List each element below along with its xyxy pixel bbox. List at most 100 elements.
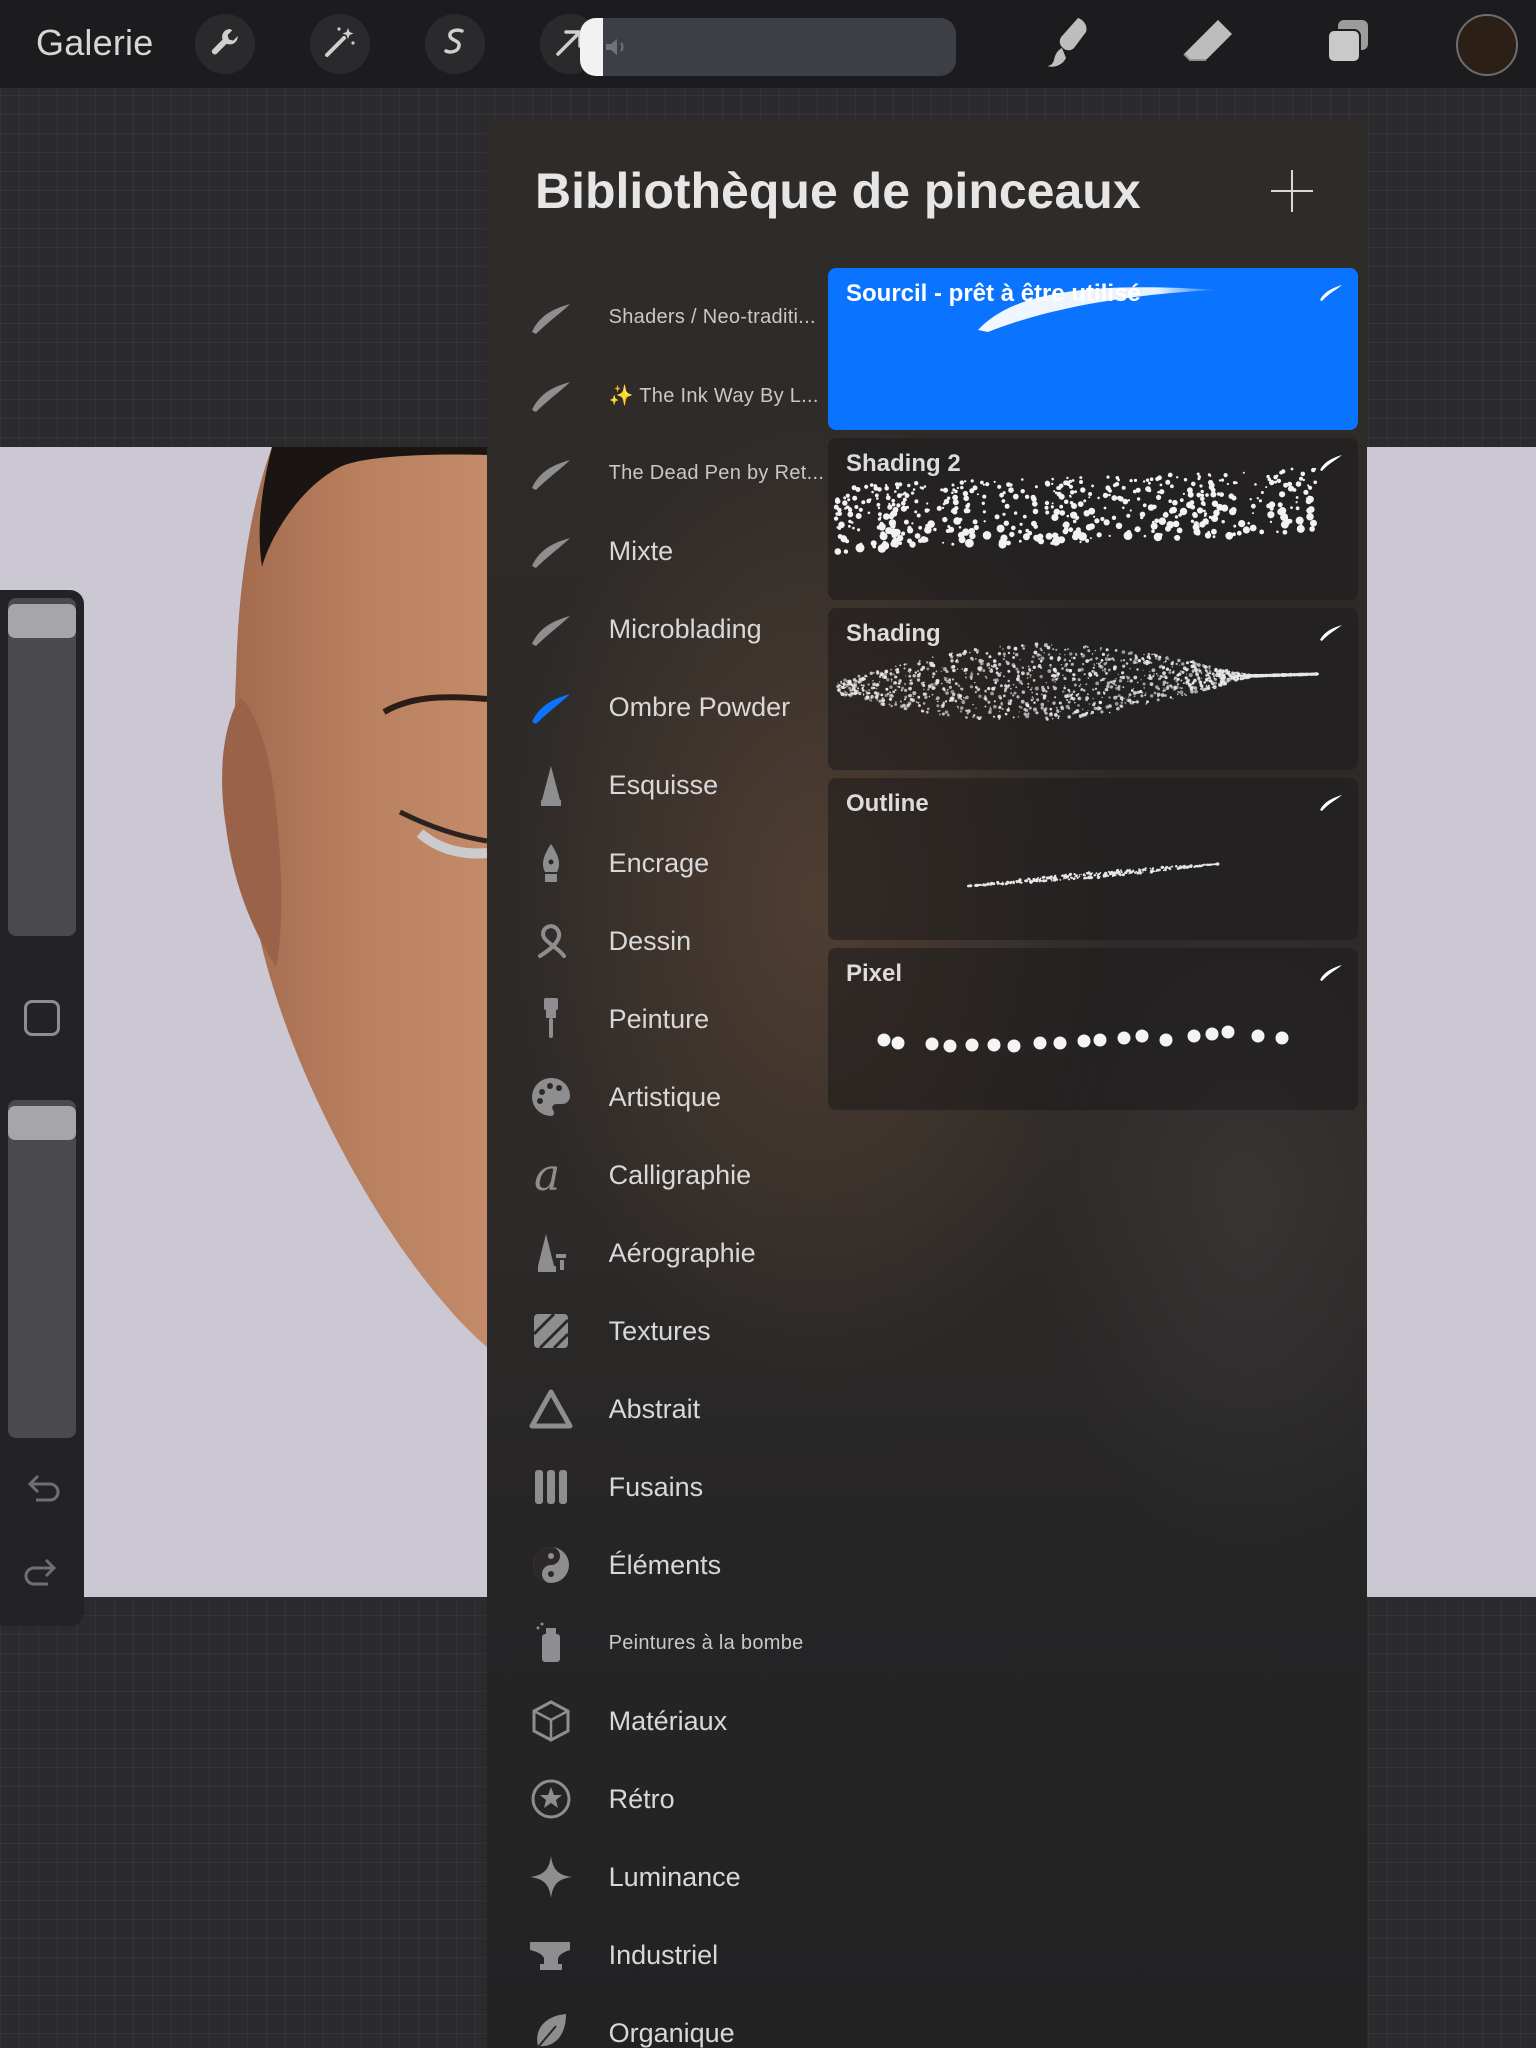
brush-set-label: Organique	[608, 2017, 735, 2048]
brush-card[interactable]: Sourcil - prêt à être utilisé	[828, 268, 1358, 430]
brush-name: Outline	[846, 790, 929, 817]
brush-set-item[interactable]: Aérographie	[487, 1218, 827, 1288]
brush-size-slider[interactable]	[8, 598, 76, 936]
brush-set-item[interactable]: Ombre Powder	[487, 672, 827, 742]
brush-set-item[interactable]: Abstrait	[487, 1374, 827, 1444]
anvil-icon	[521, 1925, 581, 1985]
brush-name: Sourcil - prêt à être utilisé	[846, 280, 1141, 307]
brush-set-item[interactable]: Textures	[487, 1296, 827, 1366]
spray-can-icon	[521, 1613, 581, 1673]
svg-text:a: a	[534, 1150, 560, 1200]
brush-set-label: Matériaux	[608, 1705, 728, 1736]
brush-icon	[1040, 14, 1096, 75]
brush-set-label: Mixte	[608, 535, 674, 566]
brush-set-label: Éléments	[608, 1549, 722, 1580]
brush-set-item[interactable]: Microblading	[487, 594, 827, 664]
wrench-icon	[208, 25, 242, 64]
actions-button[interactable]	[195, 14, 255, 74]
stroke-type-icon	[1318, 792, 1344, 817]
stroke-type-icon	[1318, 282, 1344, 307]
leaf-icon	[521, 2003, 581, 2048]
texture-hatch-icon	[521, 1301, 581, 1361]
selection-button[interactable]	[425, 14, 485, 74]
palette-icon	[521, 1067, 581, 1127]
brush-set-item[interactable]: Peintures à la bombe	[487, 1608, 827, 1678]
cube-icon	[521, 1691, 581, 1751]
stroke-icon	[521, 287, 581, 347]
star-circle-icon	[521, 1769, 581, 1829]
magic-wand-icon	[322, 24, 358, 65]
brush-card[interactable]: Shading	[828, 608, 1358, 770]
brush-size-thumb[interactable]	[8, 604, 76, 638]
brush-set-label: Textures	[608, 1315, 711, 1346]
brush-set-label: Fusains	[608, 1471, 704, 1502]
brush-set-item[interactable]: Dessin	[487, 906, 827, 976]
brush-set-label: Esquisse	[608, 769, 719, 800]
redo-icon[interactable]	[22, 1554, 62, 1595]
airbrush-icon	[521, 1223, 581, 1283]
undo-icon[interactable]	[22, 1470, 62, 1511]
brush-set-item[interactable]: Shaders / Neo-traditi...	[487, 282, 827, 352]
brush-set-item[interactable]: Fusains	[487, 1452, 827, 1522]
brush-card[interactable]: Shading 2	[828, 438, 1358, 600]
brush-set-label: The Dead Pen by Ret...	[608, 461, 825, 484]
brush-set-label: Rétro	[608, 1783, 675, 1814]
stroke-icon	[521, 677, 581, 737]
brush-set-item[interactable]: Luminance	[487, 1842, 827, 1912]
brush-set-item[interactable]: Industriel	[487, 1920, 827, 1990]
brush-set-label: Peintures à la bombe	[608, 1631, 804, 1654]
brush-set-item[interactable]: Matériaux	[487, 1686, 827, 1756]
brush-tool-button[interactable]	[1036, 12, 1100, 76]
plus-icon[interactable]	[1262, 162, 1322, 222]
layers-button[interactable]	[1316, 12, 1380, 76]
brush-set-item[interactable]: Éléments	[487, 1530, 827, 1600]
brush-set-label: Microblading	[608, 613, 762, 644]
brush-set-item[interactable]: Mixte	[487, 516, 827, 586]
adjustments-button[interactable]	[310, 14, 370, 74]
volume-indicator	[580, 18, 956, 76]
brush-set-label: Shaders / Neo-traditi...	[608, 305, 816, 328]
pencil-tip-icon	[521, 755, 581, 815]
speaker-icon	[604, 36, 630, 63]
gallery-button[interactable]: Galerie	[36, 22, 153, 64]
brush-card[interactable]: Pixel	[828, 948, 1358, 1110]
brush-set-item[interactable]: Artistique	[487, 1062, 827, 1132]
calligraphy-a-icon: a	[521, 1145, 581, 1205]
brush-set-label: Abstrait	[608, 1393, 701, 1424]
brush-set-label: Ombre Powder	[608, 691, 791, 722]
charcoal-bars-icon	[521, 1457, 581, 1517]
brush-set-item[interactable]: Esquisse	[487, 750, 827, 820]
brush-set-item[interactable]: Peinture	[487, 984, 827, 1054]
left-sidebar	[0, 590, 84, 1626]
brush-set-label: Peinture	[608, 1003, 710, 1034]
brush-set-label: Aérographie	[608, 1237, 756, 1268]
brush-set-item[interactable]: a Calligraphie	[487, 1140, 827, 1210]
brush-set-item[interactable]: ✨ The Ink Way By L...	[487, 360, 827, 430]
triangle-icon	[521, 1379, 581, 1439]
brush-library-panel: Bibliothèque de pinceaux Shaders / Neo-t…	[487, 120, 1367, 2048]
brush-set-item[interactable]: The Dead Pen by Ret...	[487, 438, 827, 508]
opacity-thumb[interactable]	[8, 1106, 76, 1140]
brush-set-label: Artistique	[608, 1081, 722, 1112]
selection-icon	[437, 24, 473, 65]
brush-set-item[interactable]: Organique	[487, 1998, 827, 2048]
brush-card[interactable]: Outline	[828, 778, 1358, 940]
brush-name: Shading	[846, 620, 941, 647]
stroke-icon	[521, 365, 581, 425]
brush-set-item[interactable]: Encrage	[487, 828, 827, 898]
smudge-tool-button[interactable]	[1176, 12, 1240, 76]
top-toolbar: Galerie	[0, 0, 1536, 88]
color-picker-button[interactable]	[1456, 14, 1518, 76]
brush-set-item[interactable]: Rétro	[487, 1764, 827, 1834]
brush-set-label: Industriel	[608, 1939, 719, 1970]
brush-set-label: Luminance	[608, 1861, 741, 1892]
brush-set-label: Dessin	[608, 925, 692, 956]
brush-name: Shading 2	[846, 450, 961, 477]
opacity-slider[interactable]	[8, 1100, 76, 1438]
brush-set-label: Calligraphie	[608, 1159, 752, 1190]
panel-title: Bibliothèque de pinceaux	[535, 163, 1141, 219]
pen-nib-icon	[521, 833, 581, 893]
brush-set-label: ✨ The Ink Way By L...	[608, 384, 819, 407]
stroke-icon	[521, 521, 581, 581]
modify-button[interactable]	[24, 1000, 60, 1036]
